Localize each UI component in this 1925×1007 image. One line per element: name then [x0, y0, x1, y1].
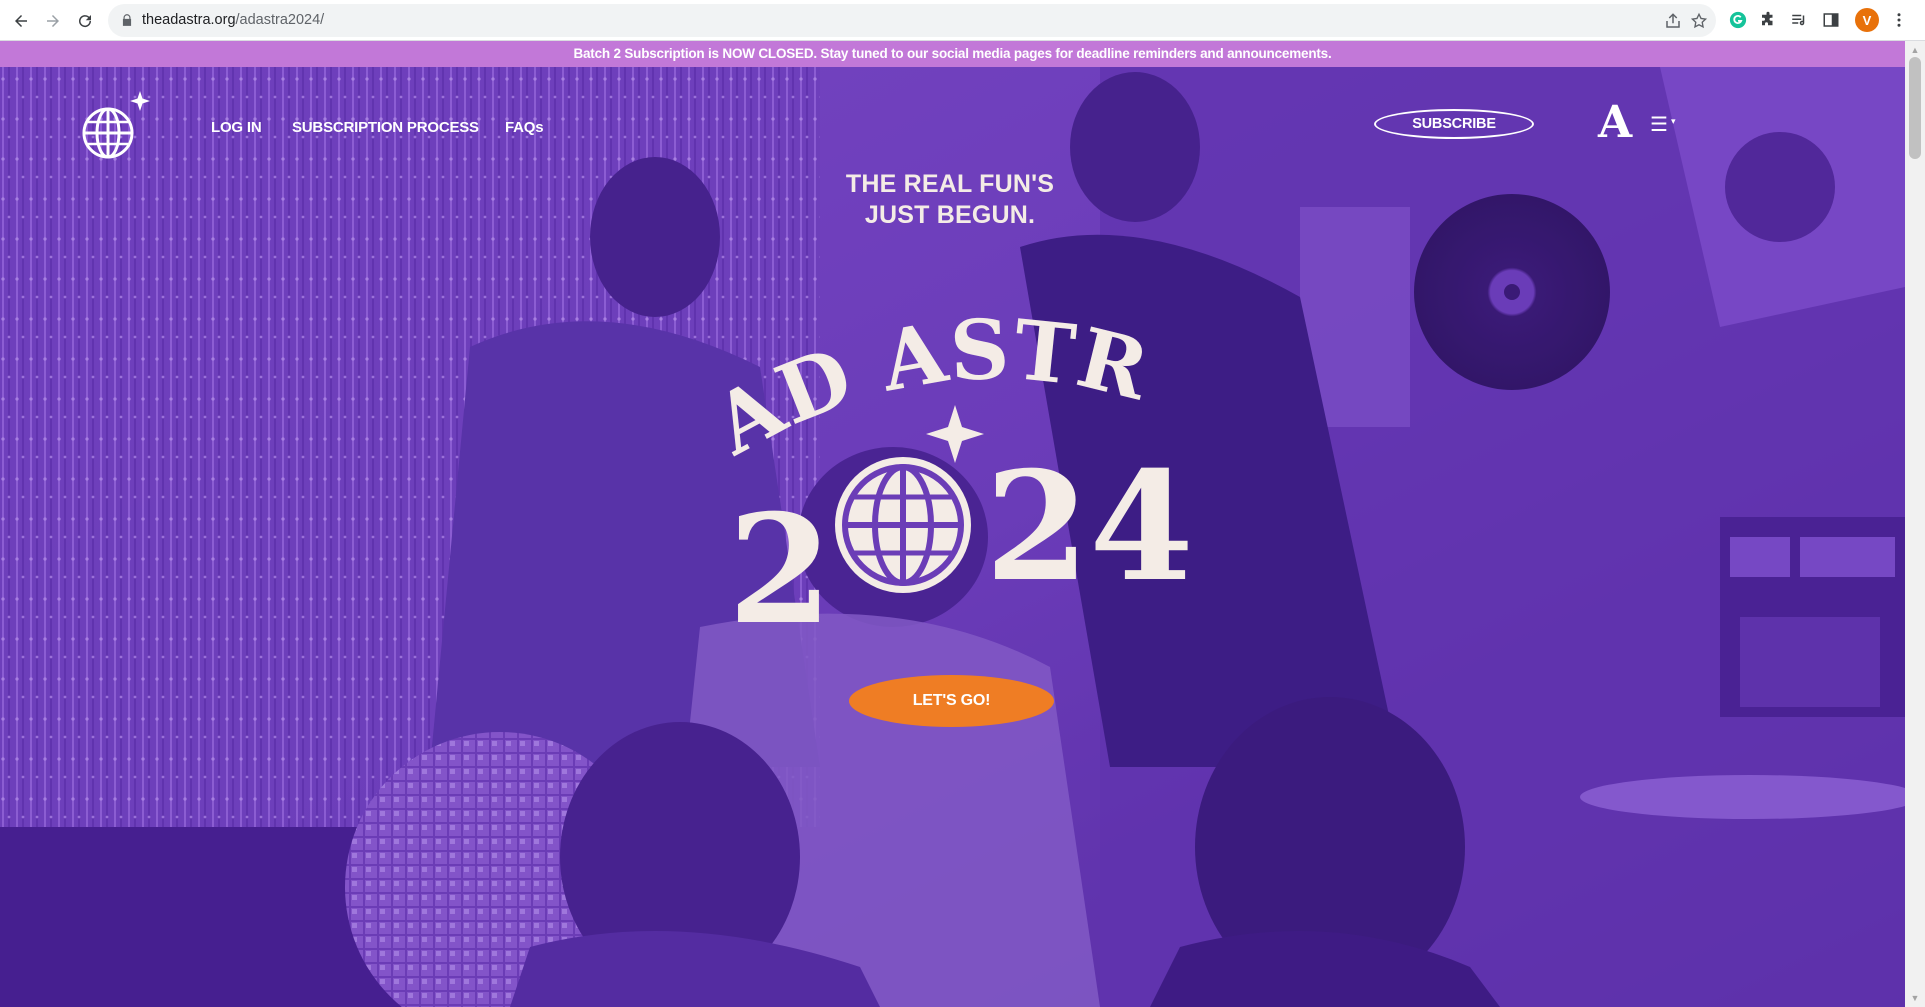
- url-path: /adastra2024/: [235, 12, 325, 28]
- kebab-menu-icon[interactable]: [1889, 10, 1909, 30]
- title-year-2: 2: [728, 482, 832, 658]
- share-icon[interactable]: [1664, 12, 1682, 30]
- side-panel-icon[interactable]: [1821, 10, 1841, 30]
- ad-astra-globe-logo-icon[interactable]: [80, 89, 152, 161]
- address-bar[interactable]: theadastra.org/adastra2024/: [108, 4, 1716, 37]
- site-nav: LOG IN SUBSCRIPTION PROCESS FAQs SUBSCRI…: [0, 67, 1905, 177]
- ad-astra-2024-title-art: AD ASTRA 2 24: [700, 317, 1194, 658]
- scroll-down-arrow-icon[interactable]: ▼: [1910, 993, 1920, 1003]
- browser-toolbar: theadastra.org/adastra2024/ V: [0, 0, 1925, 41]
- announcement-banner: Batch 2 Subscription is NOW CLOSED. Stay…: [0, 41, 1905, 67]
- hamburger-glyph: ☰: [1650, 114, 1668, 136]
- nav-login-link[interactable]: LOG IN: [211, 119, 262, 136]
- media-queue-icon[interactable]: [1789, 10, 1809, 30]
- page-viewport: Batch 2 Subscription is NOW CLOSED. Stay…: [0, 41, 1925, 1007]
- brand-a-logo[interactable]: A: [1598, 101, 1632, 145]
- hero-tagline: THE REAL FUN'S JUST BEGUN.: [800, 169, 1100, 231]
- lets-go-button[interactable]: LET'S GO!: [849, 675, 1054, 727]
- lock-icon[interactable]: [120, 13, 134, 27]
- nav-subscription-process-link[interactable]: SUBSCRIPTION PROCESS: [292, 119, 479, 136]
- nav-faqs-link[interactable]: FAQs: [505, 119, 544, 136]
- forward-arrow-icon[interactable]: [40, 8, 66, 34]
- extensions-puzzle-icon[interactable]: [1758, 10, 1778, 30]
- tagline-line-1: THE REAL FUN'S: [845, 170, 1055, 198]
- page-scrollbar[interactable]: ▲ ▼: [1905, 41, 1925, 1007]
- scroll-up-arrow-icon[interactable]: ▲: [1910, 45, 1920, 55]
- subscribe-button[interactable]: SUBSCRIBE: [1374, 109, 1534, 139]
- title-sparkle-icon: [926, 405, 984, 463]
- profile-avatar[interactable]: V: [1855, 8, 1879, 32]
- title-globe-icon: [835, 457, 971, 593]
- reload-icon[interactable]: [72, 8, 98, 34]
- menu-caret-icon: ▾: [1670, 116, 1676, 126]
- hamburger-menu-icon[interactable]: ☰ ▾: [1650, 115, 1675, 135]
- scroll-thumb[interactable]: [1909, 57, 1921, 159]
- title-year-24: 24: [985, 439, 1194, 615]
- grammarly-icon[interactable]: [1728, 10, 1748, 30]
- url-text[interactable]: theadastra.org/adastra2024/: [142, 12, 324, 28]
- tagline-line-2: JUST BEGUN.: [864, 201, 1036, 229]
- bookmark-star-icon[interactable]: [1690, 12, 1708, 30]
- url-host: theadastra.org: [142, 12, 236, 28]
- back-arrow-icon[interactable]: [8, 8, 34, 34]
- hero-section: LOG IN SUBSCRIPTION PROCESS FAQs SUBSCRI…: [0, 67, 1905, 1007]
